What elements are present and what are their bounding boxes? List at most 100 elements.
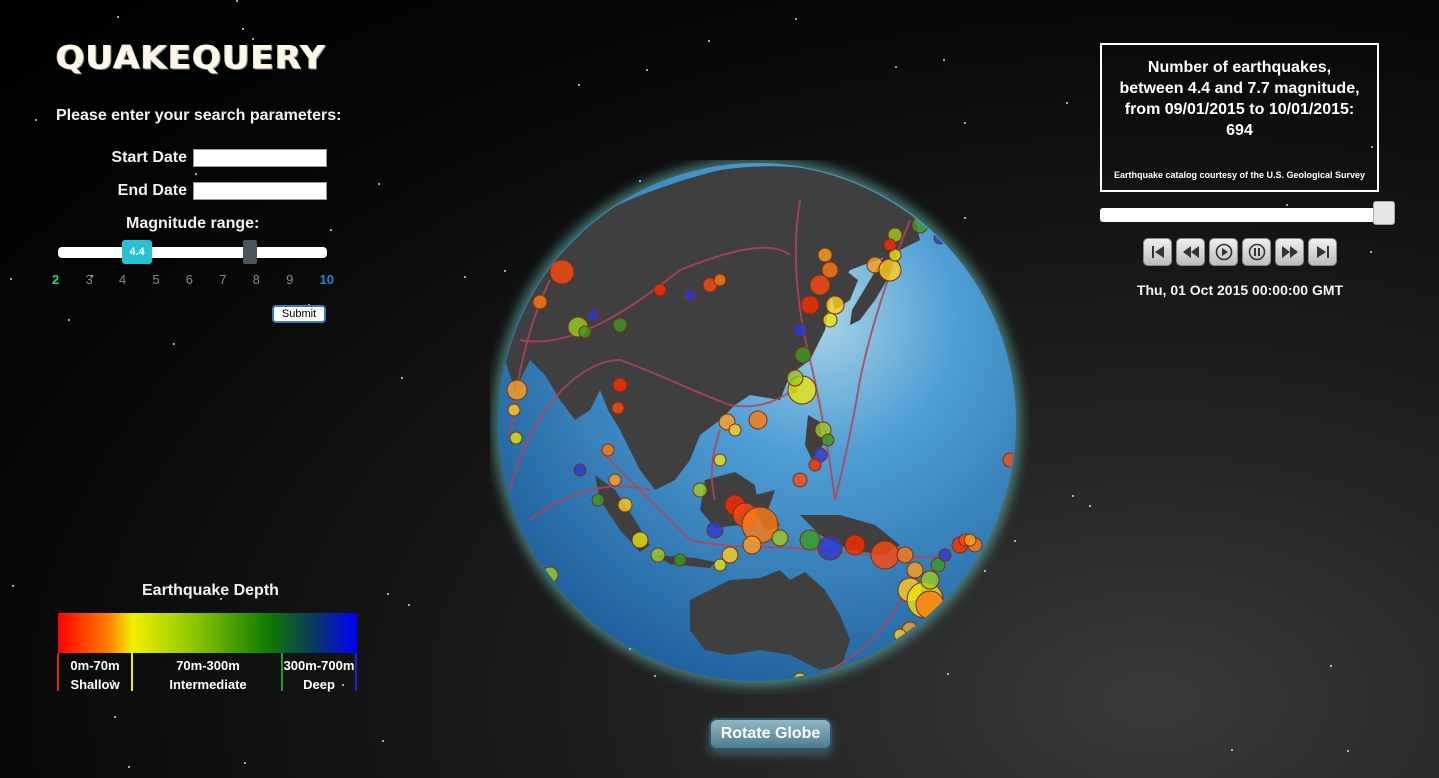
earthquake-marker[interactable]	[742, 535, 762, 555]
earthquake-marker[interactable]	[532, 294, 548, 310]
play-button[interactable]	[1209, 238, 1238, 266]
earthquake-globe[interactable]	[490, 160, 1030, 695]
rewind-button[interactable]	[1176, 238, 1205, 266]
depth-gradient-bar	[58, 613, 357, 653]
pause-button[interactable]	[1242, 238, 1271, 266]
earthquake-marker[interactable]	[817, 535, 843, 561]
submit-button[interactable]: Submit	[272, 305, 326, 323]
earthquake-marker[interactable]	[748, 410, 768, 430]
start-date-row: Start Date	[111, 149, 327, 167]
earthquake-marker[interactable]	[673, 553, 687, 567]
star	[646, 69, 648, 71]
earthquake-marker[interactable]	[817, 247, 833, 263]
star	[242, 28, 244, 30]
legend-band-shallow: 0m-70m Shallow	[60, 658, 130, 692]
star	[1370, 251, 1372, 253]
earthquake-marker[interactable]	[844, 534, 866, 556]
star	[578, 84, 580, 86]
end-date-input[interactable]	[193, 182, 327, 200]
earthquake-marker[interactable]	[713, 558, 727, 572]
earthquake-marker[interactable]	[771, 529, 789, 547]
fast-forward-button[interactable]	[1275, 238, 1304, 266]
rewind-icon	[1182, 246, 1199, 258]
earthquake-marker[interactable]	[650, 547, 666, 563]
earthquake-marker[interactable]	[683, 288, 697, 302]
earthquake-marker[interactable]	[578, 325, 592, 339]
earthquake-marker[interactable]	[608, 473, 622, 487]
star	[795, 18, 797, 20]
summary-line: from 09/01/2015 to 10/01/2015:	[1124, 101, 1355, 118]
earthquake-marker[interactable]	[617, 497, 633, 513]
earthquake-marker[interactable]	[612, 317, 628, 333]
earthquake-marker[interactable]	[799, 529, 821, 551]
star	[114, 716, 116, 718]
earthquake-marker[interactable]	[706, 521, 724, 539]
legend-marker-shallow	[57, 653, 59, 691]
results-summary: Number of earthquakes, between 4.4 and 7…	[1102, 57, 1377, 141]
earthquake-marker[interactable]	[878, 258, 902, 282]
skip-to-start-icon	[1151, 246, 1164, 258]
earthquake-marker[interactable]	[612, 377, 628, 393]
earthquake-marker[interactable]	[822, 312, 838, 328]
earthquake-marker[interactable]	[692, 482, 708, 498]
earthquake-marker[interactable]	[870, 540, 900, 570]
legend-band-intermediate: 70m-300m Intermediate	[160, 658, 256, 692]
earthquake-marker[interactable]	[728, 423, 742, 437]
star	[382, 740, 384, 742]
earthquake-marker[interactable]	[825, 295, 845, 315]
earthquake-marker[interactable]	[601, 443, 615, 457]
earthquake-marker[interactable]	[808, 458, 822, 472]
start-date-input[interactable]	[193, 149, 327, 167]
earthquake-marker[interactable]	[821, 433, 835, 447]
earthquake-marker[interactable]	[591, 493, 605, 507]
earthquake-marker[interactable]	[631, 531, 649, 549]
earthquake-marker[interactable]	[809, 274, 831, 296]
earthquake-marker[interactable]	[549, 259, 575, 285]
search-prompt: Please enter your search parameters:	[56, 107, 342, 124]
earthquake-marker[interactable]	[507, 403, 521, 417]
tick-label: 6	[185, 272, 193, 287]
earthquake-marker[interactable]	[713, 273, 727, 287]
results-info-box: Number of earthquakes, between 4.4 and 7…	[1100, 43, 1379, 192]
earthquake-marker[interactable]	[821, 261, 839, 279]
star	[236, 0, 238, 2]
earthquake-marker[interactable]	[794, 346, 812, 364]
magnitude-slider-track[interactable]	[58, 247, 327, 258]
earthquake-marker[interactable]	[792, 472, 808, 488]
magnitude-label: Magnitude range:	[126, 215, 260, 232]
earthquake-marker[interactable]	[792, 322, 808, 338]
legend-range: 70m-300m	[176, 658, 240, 673]
earthquake-marker[interactable]	[800, 295, 820, 315]
star	[117, 16, 119, 18]
earthquake-marker[interactable]	[896, 546, 914, 564]
earthquake-marker[interactable]	[906, 561, 924, 579]
earthquake-marker[interactable]	[506, 379, 528, 401]
rotate-globe-button[interactable]: Rotate Globe	[709, 718, 832, 750]
star	[330, 229, 332, 231]
earthquake-marker[interactable]	[786, 369, 804, 387]
earthquake-marker[interactable]	[509, 431, 523, 445]
timeline-slider-track[interactable]	[1100, 208, 1388, 222]
skip-to-end-button[interactable]	[1308, 238, 1337, 266]
star	[943, 59, 945, 61]
earthquake-marker[interactable]	[963, 533, 977, 547]
legend-range: 0m-70m	[70, 658, 120, 673]
earthquake-marker[interactable]	[573, 463, 587, 477]
earthquake-marker[interactable]	[653, 283, 667, 297]
tick-label: 7	[219, 272, 227, 287]
star	[895, 66, 897, 68]
earthquake-marker[interactable]	[883, 238, 897, 252]
timeline-slider-handle[interactable]	[1373, 201, 1395, 225]
earthquake-marker[interactable]	[585, 675, 605, 694]
earthquake-marker[interactable]	[920, 570, 940, 590]
earthquake-marker[interactable]	[713, 453, 727, 467]
skip-to-start-button[interactable]	[1143, 238, 1172, 266]
star	[1286, 204, 1288, 206]
earthquake-marker[interactable]	[586, 308, 600, 322]
earthquake-marker[interactable]	[611, 401, 625, 415]
earthquake-marker[interactable]	[938, 548, 952, 562]
end-date-row: End Date	[118, 182, 327, 200]
magnitude-min-handle[interactable]: 4.4	[122, 240, 152, 264]
pause-icon	[1248, 243, 1265, 261]
magnitude-max-handle[interactable]	[243, 240, 257, 264]
